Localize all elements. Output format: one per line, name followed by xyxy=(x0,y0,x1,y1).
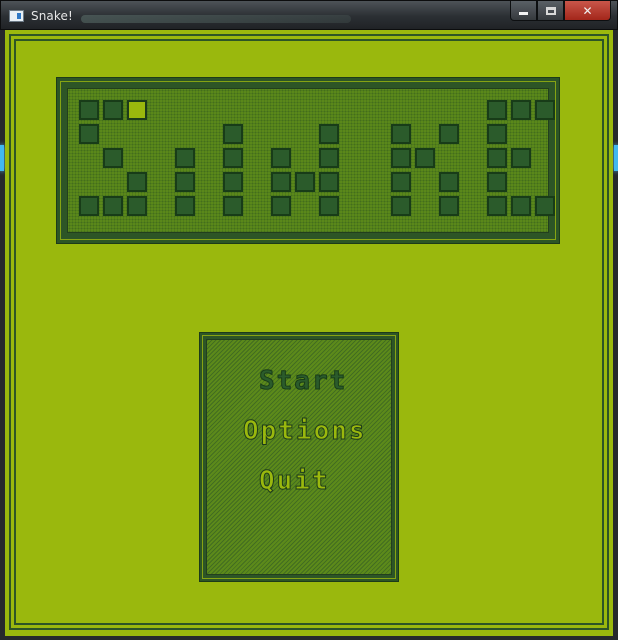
logo-tile xyxy=(223,196,243,216)
logo-tile xyxy=(391,196,411,216)
window-frame-bottom xyxy=(0,636,618,640)
game-area[interactable]: Start Options Quit xyxy=(5,30,613,636)
logo-tile xyxy=(79,100,99,120)
minimize-icon xyxy=(519,12,528,15)
minimize-button[interactable] xyxy=(510,1,537,21)
logo-tile xyxy=(439,172,459,192)
main-menu-panel: Start Options Quit xyxy=(199,332,399,582)
logo-tile xyxy=(391,148,411,168)
logo-tile xyxy=(511,100,531,120)
logo-tile xyxy=(223,148,243,168)
logo-tile xyxy=(319,172,339,192)
logo-tile xyxy=(271,148,291,168)
logo-tile xyxy=(175,196,195,216)
caption-buttons: ✕ xyxy=(510,1,611,22)
logo-tile xyxy=(487,148,507,168)
logo-tile xyxy=(79,196,99,216)
logo-tile xyxy=(415,148,435,168)
menu-item-start[interactable]: Start xyxy=(258,366,347,397)
logo-tile xyxy=(271,196,291,216)
logo-tile xyxy=(319,148,339,168)
title-bar[interactable]: Snake! ✕ xyxy=(0,0,618,30)
close-button[interactable]: ✕ xyxy=(564,1,611,21)
logo-tile xyxy=(175,172,195,192)
window-title: Snake! xyxy=(31,9,73,23)
logo-tile xyxy=(319,124,339,144)
logo-tile xyxy=(127,196,147,216)
logo-tile xyxy=(439,196,459,216)
logo-tile xyxy=(175,148,195,168)
maximize-icon xyxy=(545,6,556,15)
window-glow-right xyxy=(614,145,618,171)
logo-tile xyxy=(511,148,531,168)
logo-tile xyxy=(487,124,507,144)
logo-tile xyxy=(487,100,507,120)
window-glow-left xyxy=(0,145,4,171)
logo-tile xyxy=(223,172,243,192)
logo-tile xyxy=(103,196,123,216)
window-frame-right xyxy=(613,30,618,640)
logo-tile xyxy=(319,196,339,216)
title-reflection xyxy=(81,15,351,23)
logo-tile xyxy=(535,196,555,216)
snake-logo-panel xyxy=(56,77,560,244)
logo-tile xyxy=(127,172,147,192)
logo-tile xyxy=(391,172,411,192)
logo-tile xyxy=(487,172,507,192)
logo-tile xyxy=(103,100,123,120)
menu-item-options[interactable]: Options xyxy=(243,416,367,447)
logo-tile xyxy=(223,124,243,144)
logo-tile xyxy=(271,172,291,192)
maximize-button[interactable] xyxy=(537,1,564,21)
close-icon: ✕ xyxy=(582,3,593,18)
logo-tile xyxy=(439,124,459,144)
logo-tile xyxy=(511,196,531,216)
app-window-icon xyxy=(9,10,24,22)
menu-item-quit[interactable]: Quit xyxy=(259,466,330,497)
logo-tile xyxy=(535,100,555,120)
logo-tile xyxy=(487,196,507,216)
main-menu: Start Options Quit xyxy=(206,339,392,575)
logo-tile xyxy=(79,124,99,144)
snake-logo xyxy=(67,88,555,233)
logo-tile xyxy=(295,172,315,192)
logo-tile xyxy=(103,148,123,168)
snake-head-tile xyxy=(127,100,147,120)
logo-tile xyxy=(391,124,411,144)
